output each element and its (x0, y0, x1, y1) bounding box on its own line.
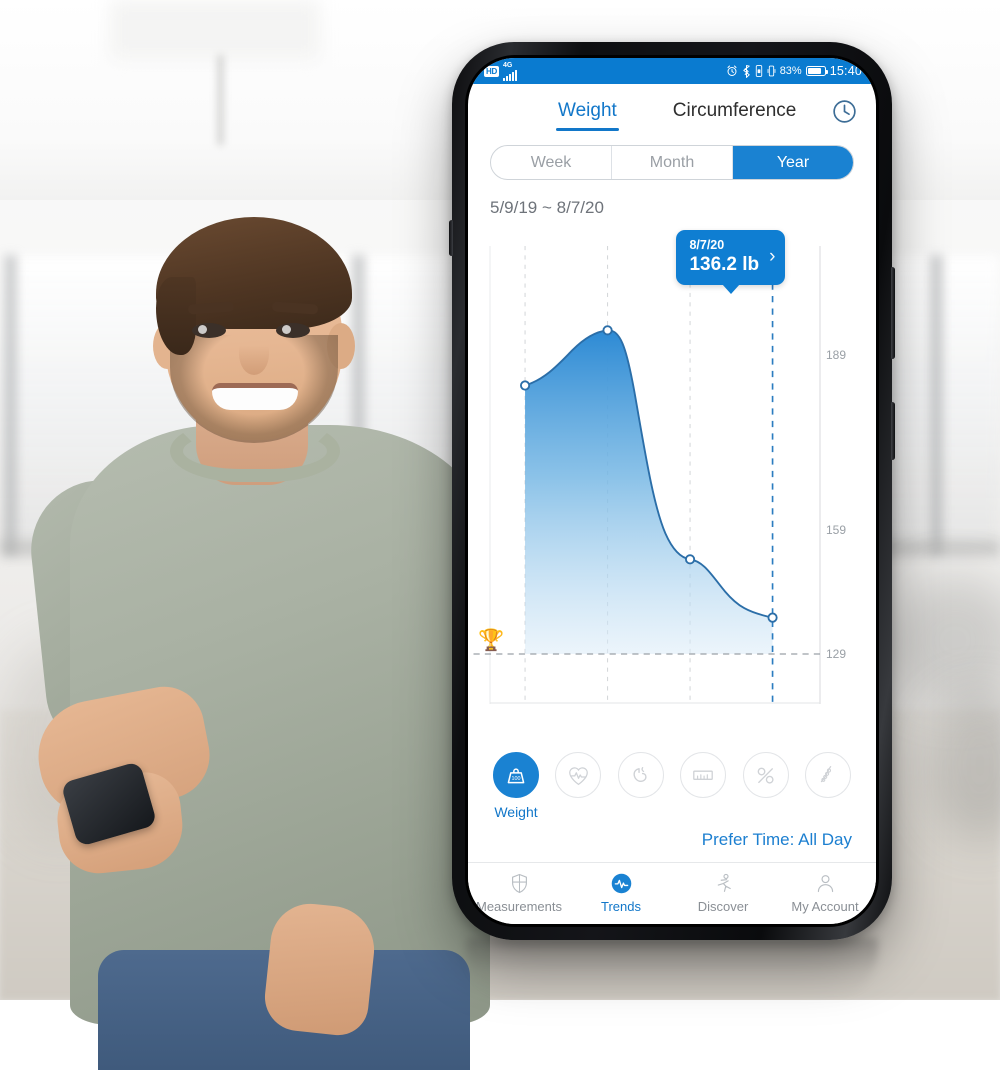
tooltip-value: 136.2 lb (689, 253, 759, 276)
nav-item-trends[interactable]: Trends (570, 870, 672, 914)
bluetooth-icon (742, 65, 751, 78)
nav-label-my-account: My Account (791, 899, 858, 914)
chart-area-fill (525, 330, 773, 654)
metric-weight[interactable]: 100 Weight (490, 752, 542, 820)
signal-bars-icon: 4G (503, 62, 517, 81)
date-range-label: 5/9/19 ~ 8/7/20 (468, 180, 876, 218)
metric-spine[interactable] (802, 752, 854, 798)
metric-heart-rate[interactable] (552, 752, 604, 798)
metric-measurement[interactable] (677, 752, 729, 798)
ruler-icon (680, 752, 726, 798)
bottom-navigation: Measurements Trends Di (468, 862, 876, 924)
eye-right (276, 323, 310, 338)
range-option-month[interactable]: Month (612, 146, 733, 179)
status-bar-clock: 15:40 (830, 64, 862, 78)
chevron-right-icon[interactable]: › (769, 246, 775, 268)
eye-highlight-left (198, 325, 207, 334)
top-tab-bar: Weight Circumference (468, 84, 876, 131)
status-bar-right: 83% 15:40 (726, 64, 862, 78)
metric-weight-label: Weight (494, 804, 537, 820)
trophy-icon: 🏆 (478, 630, 504, 651)
percent-icon (743, 752, 789, 798)
range-selector: Week Month Year (490, 145, 854, 180)
eye-left (192, 323, 226, 338)
hd-badge-icon: HD (484, 66, 499, 77)
chart-tooltip-text: 8/7/20 136.2 lb (689, 238, 759, 276)
phone-device: HD 4G (452, 42, 892, 940)
nav-item-measurements[interactable]: Measurements (468, 870, 570, 914)
status-bar: HD 4G (468, 58, 876, 84)
metric-percent[interactable] (740, 752, 792, 798)
y-axis-tick-159: 159 (826, 523, 846, 537)
hand-right (262, 900, 379, 1038)
y-axis-tick-189: 189 (826, 348, 846, 362)
window-mullion (930, 255, 943, 555)
data-point (603, 326, 611, 334)
heart-organ-icon (618, 752, 664, 798)
mouth (212, 383, 298, 410)
chart-canvas (490, 246, 820, 704)
phone-volume-button[interactable] (891, 267, 895, 359)
sim-card-icon (755, 65, 763, 77)
y-axis-labels: 189 159 129 (822, 246, 870, 704)
battery-icon (806, 66, 826, 76)
nose (239, 333, 269, 375)
phone-bezel: HD 4G (465, 55, 879, 927)
range-option-week[interactable]: Week (491, 146, 612, 179)
data-point (521, 381, 529, 389)
heart-rate-icon (555, 752, 601, 798)
battery-percent-label: 83% (780, 65, 802, 77)
data-point-selected (768, 613, 776, 621)
range-selector-wrap: Week Month Year (468, 131, 876, 180)
tooltip-date: 8/7/20 (689, 238, 759, 253)
person-icon (814, 870, 837, 896)
vibrate-icon (767, 65, 776, 77)
tab-circumference[interactable]: Circumference (671, 96, 799, 131)
phone-screen: HD 4G (468, 58, 876, 924)
nav-item-discover[interactable]: Discover (672, 870, 774, 914)
status-bar-left: HD 4G (484, 62, 517, 81)
range-option-year[interactable]: Year (733, 146, 853, 179)
phone-power-button[interactable] (891, 402, 895, 460)
spine-icon (805, 752, 851, 798)
svg-text:100: 100 (511, 776, 520, 782)
nav-label-trends: Trends (601, 899, 641, 914)
nav-label-discover: Discover (698, 899, 749, 914)
alarm-clock-icon (726, 65, 738, 77)
ceiling-light-panel (110, 0, 320, 60)
runner-icon (712, 870, 735, 896)
phone-reflection (466, 938, 878, 1000)
y-axis-tick-129: 129 (826, 647, 846, 661)
weight-scale-icon: 100 (493, 752, 539, 798)
nav-item-my-account[interactable]: My Account (774, 870, 876, 914)
chart-tooltip[interactable]: 8/7/20 136.2 lb › (676, 230, 785, 285)
eye-highlight-right (282, 325, 291, 334)
phone-button-left[interactable] (449, 220, 453, 256)
trend-chart[interactable]: 🏆 8/7/20 136.2 lb › 189 159 129 (468, 224, 876, 748)
nav-label-measurements: Measurements (476, 899, 562, 914)
chart-plot-area: 🏆 8/7/20 136.2 lb › (490, 246, 820, 704)
metric-heart-organ[interactable] (615, 752, 667, 798)
background-object (890, 575, 1000, 705)
window-mullion (4, 255, 17, 555)
prefer-time-link[interactable]: Prefer Time: All Day (468, 820, 876, 862)
lamp-rod (218, 55, 223, 145)
metric-selector: 100 Weight (468, 748, 876, 820)
clock-history-icon[interactable] (831, 98, 858, 130)
shield-grid-icon (508, 870, 531, 896)
tab-weight[interactable]: Weight (556, 96, 619, 131)
signal-bar-group (503, 70, 517, 81)
pulse-icon (610, 870, 633, 896)
data-point (686, 555, 694, 563)
